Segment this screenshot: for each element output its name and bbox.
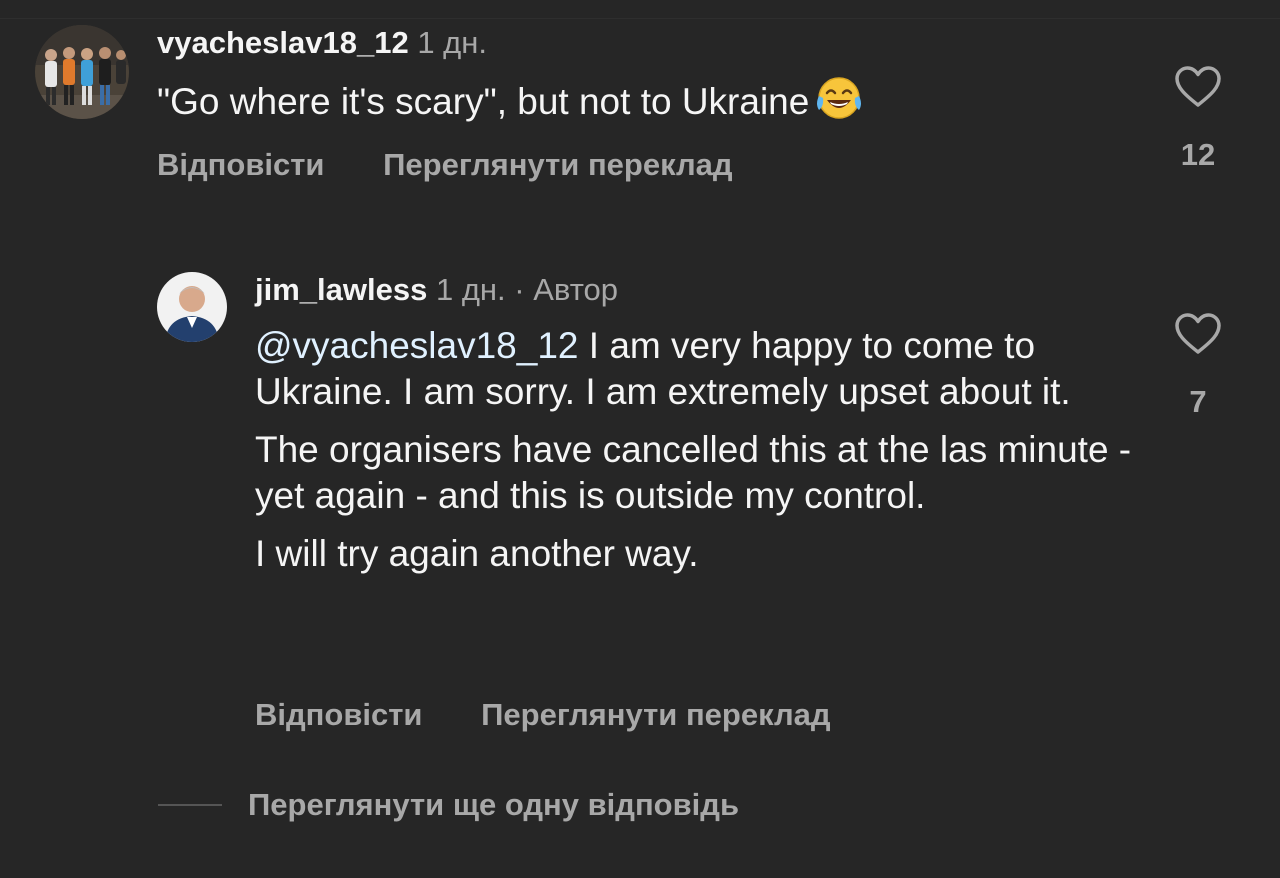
- group-photo-avatar: [35, 25, 129, 119]
- reply-actions: Відповісти Переглянути переклад: [255, 697, 831, 733]
- like-count: 12: [1180, 137, 1216, 172]
- author-badge: Автор: [533, 272, 619, 307]
- avatar[interactable]: [35, 25, 129, 119]
- profile-photo-avatar: [157, 272, 227, 342]
- like-control: 7: [1158, 312, 1238, 420]
- see-translation-button[interactable]: Переглянути переклад: [481, 697, 830, 733]
- comment-body: "Go where it's scary", but not to Ukrain…: [157, 81, 810, 122]
- mention-link[interactable]: @vyacheslav18_12: [255, 325, 578, 366]
- comment-meta: vyacheslav18_12 1 дн.: [157, 25, 487, 61]
- reply-paragraph-2: The organisers have cancelled this at th…: [255, 429, 1132, 516]
- laughing-tears-emoji-icon: [815, 76, 863, 131]
- like-control: 12: [1158, 65, 1238, 173]
- comment-text: "Go where it's scary", but not to Ukrain…: [157, 76, 1137, 131]
- view-more-replies-label[interactable]: Переглянути ще одну відповідь: [248, 787, 739, 823]
- comment-actions: Відповісти Переглянути переклад: [157, 147, 733, 183]
- timestamp: 1 дн.: [435, 272, 506, 307]
- heart-icon[interactable]: [1174, 312, 1222, 356]
- timestamp: 1 дн.: [417, 25, 487, 60]
- reply-button[interactable]: Відповісти: [255, 697, 423, 733]
- reply-text: @vyacheslav18_12 I am very happy to come…: [255, 323, 1135, 589]
- username[interactable]: jim_lawless: [255, 272, 427, 307]
- like-count: 7: [1189, 384, 1207, 419]
- top-divider: [0, 18, 1280, 19]
- reply-paragraph-1: @vyacheslav18_12 I am very happy to come…: [255, 323, 1135, 415]
- separator-dot: ·: [514, 272, 525, 307]
- reply-paragraph-3: I will try again another way.: [255, 533, 699, 574]
- heart-icon[interactable]: [1174, 65, 1222, 109]
- username[interactable]: vyacheslav18_12: [157, 25, 409, 60]
- reply-meta: jim_lawless 1 дн. · Автор: [255, 272, 618, 308]
- reply-button[interactable]: Відповісти: [157, 147, 325, 183]
- avatar[interactable]: [157, 272, 227, 342]
- more-replies-divider: [158, 804, 222, 806]
- see-translation-button[interactable]: Переглянути переклад: [383, 147, 732, 183]
